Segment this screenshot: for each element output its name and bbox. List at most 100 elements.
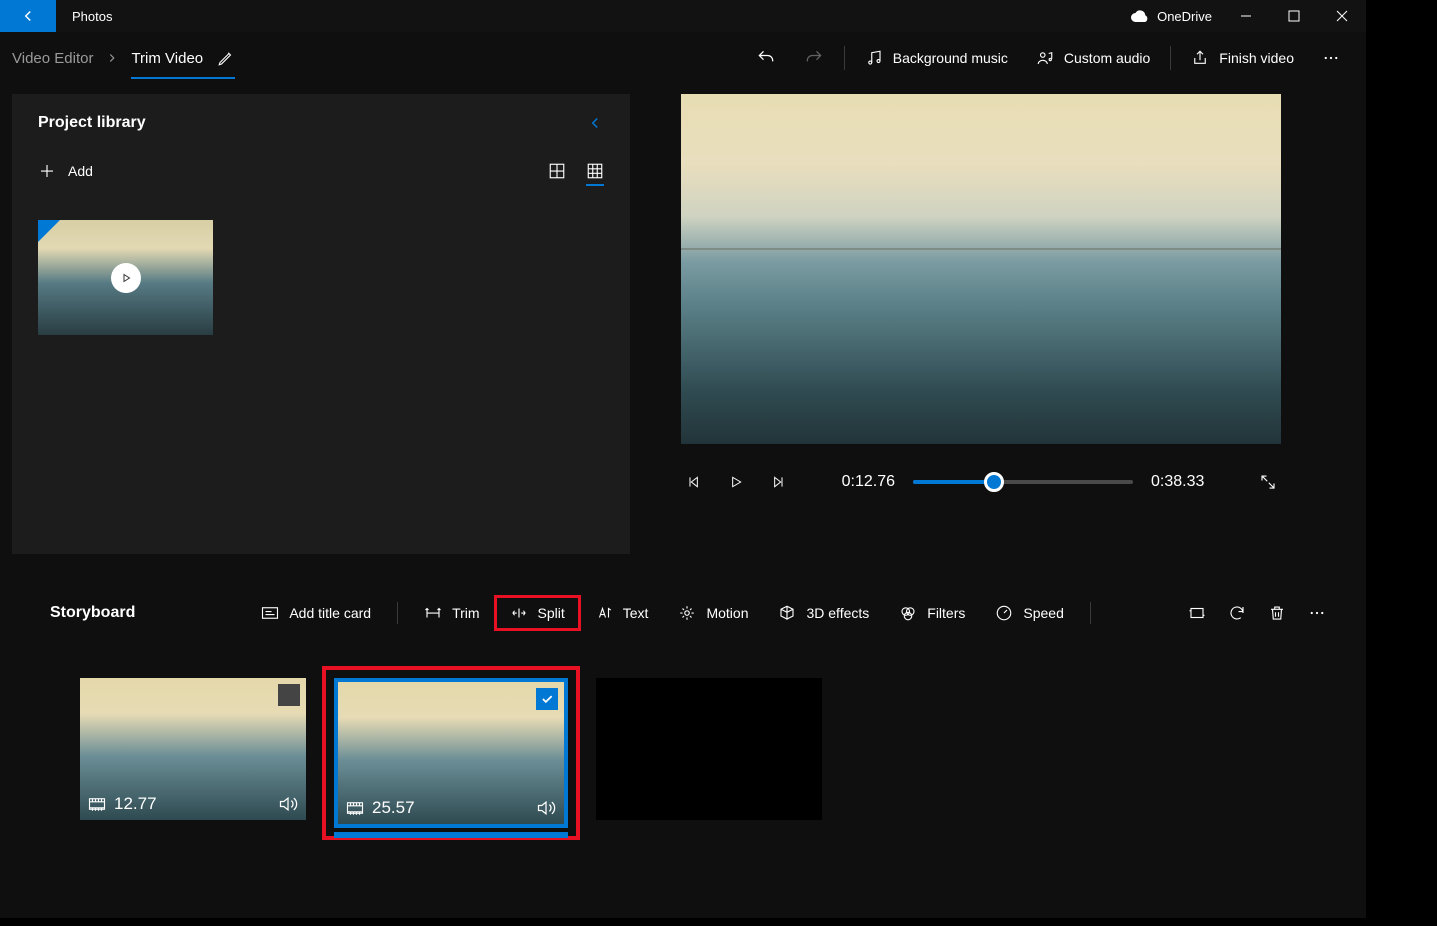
title-card-icon (261, 606, 279, 620)
storyboard-title: Storyboard (50, 604, 135, 622)
background-music-button[interactable]: Background music (851, 32, 1022, 84)
volume-icon[interactable] (278, 795, 298, 813)
filters-icon (899, 604, 917, 622)
video-preview[interactable] (681, 94, 1281, 444)
trim-button[interactable]: Trim (410, 597, 493, 629)
split-label: Split (538, 605, 565, 621)
3d-effects-label: 3D effects (806, 605, 869, 621)
more-icon (1308, 604, 1326, 622)
trash-icon (1268, 604, 1286, 622)
volume-icon[interactable] (536, 799, 556, 817)
storyboard-more-button[interactable] (1308, 604, 1326, 622)
breadcrumb: Video Editor Trim Video (12, 49, 235, 67)
view-large-button[interactable] (548, 162, 566, 180)
clip-checkbox[interactable] (278, 684, 300, 706)
breadcrumb-active[interactable]: Trim Video (131, 49, 235, 79)
grid-small-icon (586, 162, 604, 180)
clip-checkbox[interactable] (536, 688, 558, 710)
seek-thumb[interactable] (984, 472, 1004, 492)
header-toolbar: Video Editor Trim Video Background music… (0, 32, 1366, 84)
storyboard-empty-slot[interactable] (596, 678, 822, 820)
check-icon (540, 692, 554, 706)
storyboard-clip[interactable]: 25.57 (334, 678, 568, 828)
split-icon (510, 605, 528, 621)
add-title-card-label: Add title card (289, 605, 371, 621)
current-time: 0:12.76 (842, 473, 895, 491)
more-button[interactable] (1308, 32, 1354, 84)
export-icon (1191, 49, 1209, 67)
fullscreen-button[interactable] (1256, 470, 1280, 494)
dogear-icon (38, 220, 60, 242)
add-button[interactable]: Add (38, 162, 93, 180)
filters-label: Filters (927, 605, 965, 621)
rotate-button[interactable] (1228, 604, 1246, 622)
onedrive-label: OneDrive (1157, 9, 1212, 24)
filmstrip-icon (88, 797, 106, 811)
maximize-button[interactable] (1270, 0, 1318, 32)
text-label: Text (623, 605, 649, 621)
back-button[interactable] (0, 0, 56, 32)
collapse-chevron-icon[interactable] (586, 114, 604, 132)
trim-icon (424, 605, 442, 621)
clip-duration: 12.77 (114, 794, 157, 814)
split-button[interactable]: Split (496, 597, 579, 629)
pencil-icon[interactable] (217, 49, 235, 67)
plus-icon (38, 162, 56, 180)
music-icon (865, 49, 883, 67)
redo-button (790, 32, 838, 84)
motion-label: Motion (706, 605, 748, 621)
titlebar: Photos OneDrive (0, 0, 1366, 32)
breadcrumb-active-label: Trim Video (131, 50, 203, 67)
delete-button[interactable] (1268, 604, 1286, 622)
total-time: 0:38.33 (1151, 473, 1204, 491)
rotate-icon (1228, 604, 1246, 622)
clip-duration: 25.57 (372, 798, 415, 818)
more-icon (1322, 49, 1340, 67)
add-title-card-button[interactable]: Add title card (247, 597, 385, 629)
storyboard-panel: Storyboard Add title card Trim Split Tex… (0, 578, 1366, 918)
text-icon (595, 605, 613, 621)
filters-button[interactable]: Filters (885, 596, 979, 630)
chevron-right-icon (105, 51, 119, 65)
custom-audio-label: Custom audio (1064, 50, 1150, 66)
3d-effects-button[interactable]: 3D effects (764, 596, 883, 630)
speed-button[interactable]: Speed (981, 596, 1077, 630)
custom-audio-button[interactable]: Custom audio (1022, 32, 1164, 84)
undo-icon (756, 48, 776, 68)
project-library-panel: Project library Add (12, 94, 630, 554)
grid-large-icon (548, 162, 566, 180)
preview-panel: 0:12.76 0:38.33 (654, 94, 1366, 578)
onedrive-status[interactable]: OneDrive (1131, 9, 1212, 24)
speed-label: Speed (1023, 605, 1063, 621)
speed-icon (995, 604, 1013, 622)
crop-icon (1188, 604, 1206, 622)
person-audio-icon (1036, 49, 1054, 67)
playback-controls: 0:12.76 0:38.33 (654, 470, 1308, 494)
filmstrip-icon (346, 801, 364, 815)
resize-button[interactable] (1188, 604, 1206, 622)
motion-icon (678, 604, 696, 622)
view-small-button[interactable] (586, 162, 604, 186)
play-overlay-icon (111, 263, 141, 293)
play-button[interactable] (724, 470, 748, 494)
library-clip[interactable] (38, 220, 213, 335)
seek-slider[interactable] (913, 480, 1133, 484)
app-title: Photos (72, 9, 112, 24)
storyboard-clip[interactable]: 12.77 (80, 678, 306, 820)
breadcrumb-root[interactable]: Video Editor (12, 50, 93, 67)
trim-label: Trim (452, 605, 479, 621)
finish-video-button[interactable]: Finish video (1177, 32, 1308, 84)
text-button[interactable]: Text (581, 597, 663, 629)
redo-icon (804, 48, 824, 68)
cloud-icon (1131, 10, 1149, 22)
motion-button[interactable]: Motion (664, 596, 762, 630)
finish-video-label: Finish video (1219, 50, 1294, 66)
next-frame-button[interactable] (766, 470, 790, 494)
project-library-title: Project library (38, 114, 586, 132)
3d-effects-icon (778, 604, 796, 622)
minimize-button[interactable] (1222, 0, 1270, 32)
add-label: Add (68, 163, 93, 179)
close-button[interactable] (1318, 0, 1366, 32)
undo-button[interactable] (742, 32, 790, 84)
prev-frame-button[interactable] (682, 470, 706, 494)
